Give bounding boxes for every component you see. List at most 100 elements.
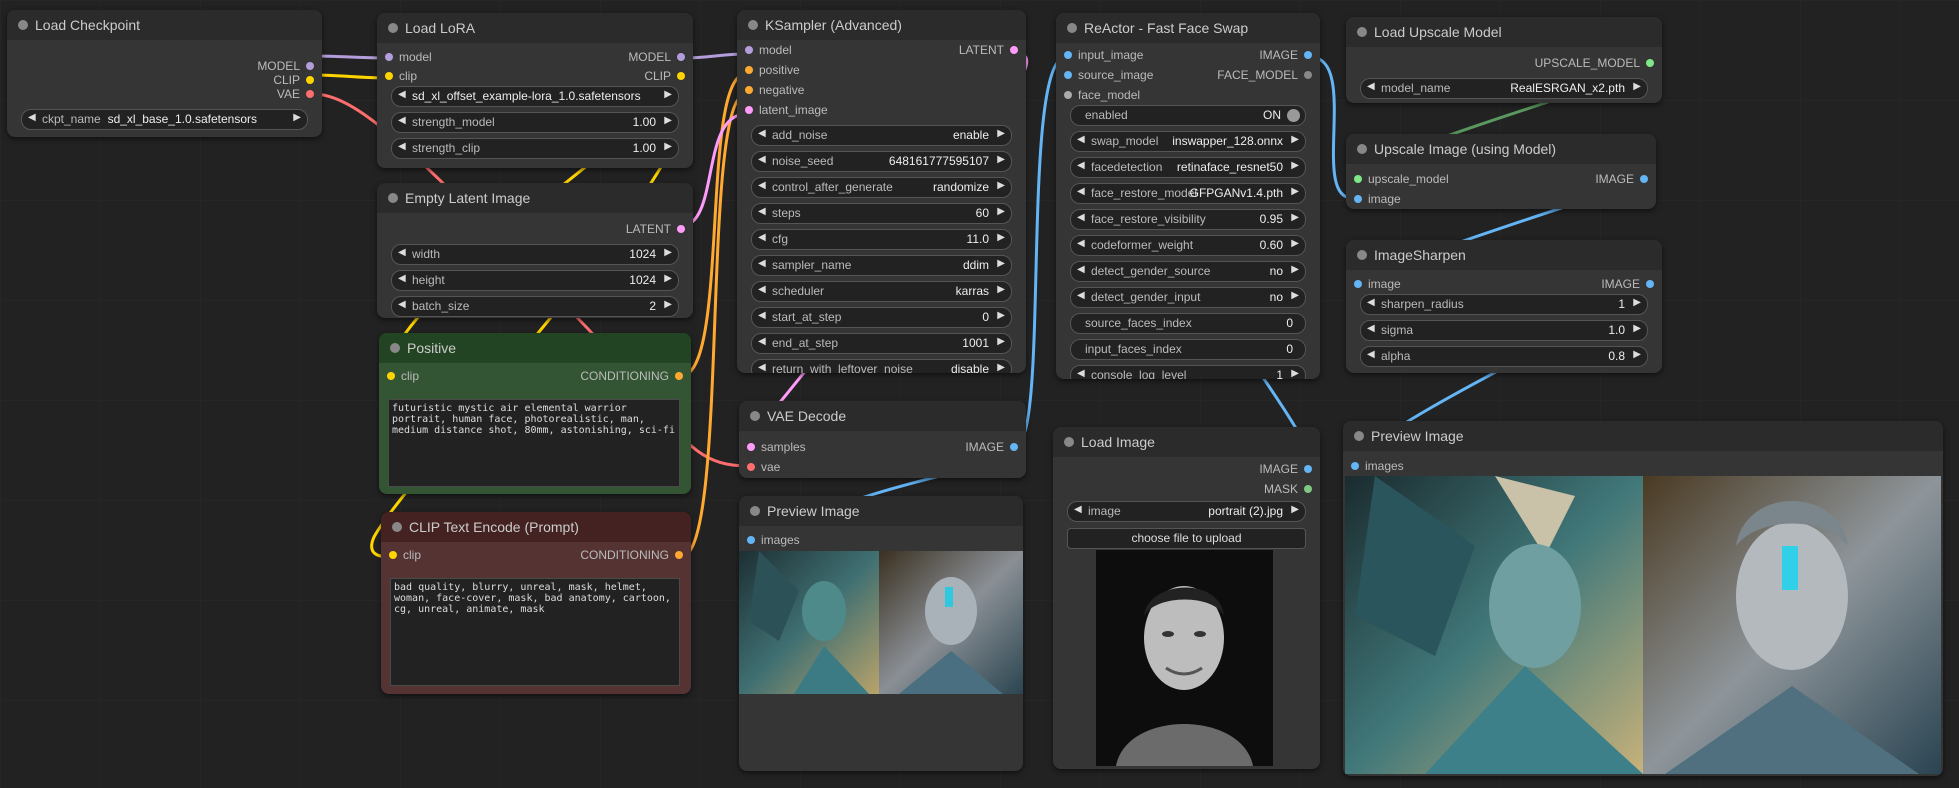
alpha-number[interactable]: ◀ alpha 0.8 ▶	[1360, 346, 1648, 367]
arrow-right-icon[interactable]: ▶	[1291, 368, 1299, 379]
arrow-right-icon[interactable]: ▶	[1291, 290, 1299, 301]
strength-model-number[interactable]: ◀ strength_model 1.00 ▶	[391, 112, 679, 133]
output-vae-slot[interactable]	[306, 90, 314, 98]
arrow-right-icon[interactable]: ▶	[997, 232, 1005, 243]
output-upscale-model-slot[interactable]	[1646, 59, 1654, 67]
input-vae-slot[interactable]	[747, 463, 755, 471]
image-combo[interactable]: ◀ image portrait (2).jpg ▶	[1067, 501, 1306, 522]
widget-end-at-step[interactable]: ◀ end_at_step 1001 ▶	[751, 333, 1012, 354]
input-clip-slot[interactable]	[387, 372, 395, 380]
arrow-left-icon[interactable]: ◀	[1077, 238, 1085, 249]
node-ksampler-advanced[interactable]: KSampler (Advanced) model LATENT positive…	[737, 10, 1026, 373]
input-clip-slot[interactable]	[389, 551, 397, 559]
widget-return-with-leftover-noise[interactable]: ◀ return_with_leftover_noise disable ▶	[751, 359, 1012, 373]
widget-detect-gender-input[interactable]: ◀ detect_gender_input no ▶	[1070, 287, 1306, 308]
model-name-combo[interactable]: ◀ model_name RealESRGAN_x2.pth ▶	[1360, 78, 1648, 99]
arrow-left-icon[interactable]: ◀	[1077, 264, 1085, 275]
arrow-right-icon[interactable]: ▶	[293, 112, 301, 123]
arrow-right-icon[interactable]: ▶	[1291, 504, 1299, 515]
widget-control-after-generate[interactable]: ◀ control_after_generate randomize ▶	[751, 177, 1012, 198]
widget-steps[interactable]: ◀ steps 60 ▶	[751, 203, 1012, 224]
output-image-slot[interactable]	[1646, 280, 1654, 288]
arrow-left-icon[interactable]: ◀	[758, 232, 766, 243]
lora-name-combo[interactable]: ◀ sd_xl_offset_example-lora_1.0.safetenso…	[391, 86, 679, 107]
input-negative-slot[interactable]	[745, 86, 753, 94]
input-images-slot[interactable]	[1351, 462, 1359, 470]
node-clip-text-encode[interactable]: CLIP Text Encode (Prompt) clip CONDITIONI…	[381, 512, 691, 694]
node-positive[interactable]: Positive clip CONDITIONING futuristic mys…	[379, 333, 691, 494]
arrow-left-icon[interactable]: ◀	[398, 141, 406, 152]
output-model-slot[interactable]	[677, 53, 685, 61]
arrow-right-icon[interactable]: ▶	[664, 115, 672, 126]
arrow-right-icon[interactable]: ▶	[997, 154, 1005, 165]
node-title[interactable]: Positive	[379, 333, 691, 363]
arrow-left-icon[interactable]: ◀	[1077, 290, 1085, 301]
node-title[interactable]: Empty Latent Image	[377, 183, 693, 213]
node-reactor-face-swap[interactable]: ReActor - Fast Face Swap input_image IMAG…	[1056, 13, 1320, 379]
node-title[interactable]: ImageSharpen	[1346, 240, 1662, 270]
arrow-right-icon[interactable]: ▶	[1633, 81, 1641, 92]
node-vae-decode[interactable]: VAE Decode samples IMAGE vae	[739, 401, 1026, 478]
arrow-left-icon[interactable]: ◀	[758, 154, 766, 165]
node-title[interactable]: VAE Decode	[739, 401, 1026, 431]
arrow-left-icon[interactable]: ◀	[758, 128, 766, 139]
widget-noise-seed[interactable]: ◀ noise_seed 648161777595107 ▶	[751, 151, 1012, 172]
arrow-left-icon[interactable]: ◀	[758, 180, 766, 191]
ckpt-name-combo[interactable]: ◀ ckpt_name sd_xl_base_1.0.safetensors ▶	[21, 109, 308, 130]
arrow-left-icon[interactable]: ◀	[758, 336, 766, 347]
arrow-left-icon[interactable]: ◀	[398, 273, 406, 284]
output-model-slot[interactable]	[306, 62, 314, 70]
arrow-right-icon[interactable]: ▶	[664, 247, 672, 258]
arrow-right-icon[interactable]: ▶	[1633, 323, 1641, 334]
node-title[interactable]: ReActor - Fast Face Swap	[1056, 13, 1320, 43]
arrow-right-icon[interactable]: ▶	[997, 180, 1005, 191]
arrow-left-icon[interactable]: ◀	[1077, 368, 1085, 379]
widget-input-faces-index[interactable]: input_faces_index 0	[1070, 339, 1306, 360]
arrow-left-icon[interactable]: ◀	[398, 89, 406, 100]
arrow-left-icon[interactable]: ◀	[398, 299, 406, 310]
arrow-right-icon[interactable]: ▶	[1291, 186, 1299, 197]
arrow-left-icon[interactable]: ◀	[758, 310, 766, 321]
arrow-left-icon[interactable]: ◀	[1367, 323, 1375, 334]
output-image-slot[interactable]	[1010, 443, 1018, 451]
negative-prompt-textarea[interactable]: bad quality, blurry, unreal, mask, helme…	[390, 578, 680, 686]
width-number[interactable]: ◀ width 1024 ▶	[391, 244, 679, 265]
output-conditioning-slot[interactable]	[675, 372, 683, 380]
widget-facedetection[interactable]: ◀ facedetection retinaface_resnet50 ▶	[1070, 157, 1306, 178]
batch-size-number[interactable]: ◀ batch_size 2 ▶	[391, 296, 679, 317]
widget-sampler-name[interactable]: ◀ sampler_name ddim ▶	[751, 255, 1012, 276]
toggle-knob-icon[interactable]	[1287, 109, 1300, 122]
enabled-toggle[interactable]: enabled ON	[1070, 105, 1306, 126]
widget-face-restore-visibility[interactable]: ◀ face_restore_visibility 0.95 ▶	[1070, 209, 1306, 230]
node-title[interactable]: Load Image	[1053, 427, 1320, 457]
arrow-left-icon[interactable]: ◀	[1077, 134, 1085, 145]
node-load-lora[interactable]: Load LoRA model MODEL clip CLIP ◀ sd_xl_off…	[377, 13, 693, 168]
arrow-right-icon[interactable]: ▶	[664, 299, 672, 310]
node-load-checkpoint[interactable]: Load Checkpoint MODEL CLIP VAE ◀ ckpt_nam…	[7, 10, 322, 137]
arrow-left-icon[interactable]: ◀	[1077, 212, 1085, 223]
node-title[interactable]: KSampler (Advanced)	[737, 10, 1026, 40]
output-image-slot[interactable]	[1304, 465, 1312, 473]
input-image-slot[interactable]	[1354, 195, 1362, 203]
output-face-model-slot[interactable]	[1304, 71, 1312, 79]
arrow-left-icon[interactable]: ◀	[1077, 186, 1085, 197]
input-clip-slot[interactable]	[385, 72, 393, 80]
arrow-left-icon[interactable]: ◀	[1367, 349, 1375, 360]
arrow-right-icon[interactable]: ▶	[997, 284, 1005, 295]
input-image-slot[interactable]	[1354, 280, 1362, 288]
node-load-image[interactable]: Load Image IMAGE MASK ◀ image portrait (2)…	[1053, 427, 1320, 769]
input-upscale-model-slot[interactable]	[1354, 175, 1362, 183]
output-conditioning-slot[interactable]	[675, 551, 683, 559]
arrow-right-icon[interactable]: ▶	[1291, 264, 1299, 275]
arrow-right-icon[interactable]: ▶	[997, 310, 1005, 321]
arrow-right-icon[interactable]: ▶	[1633, 349, 1641, 360]
arrow-left-icon[interactable]: ◀	[758, 258, 766, 269]
arrow-right-icon[interactable]: ▶	[997, 336, 1005, 347]
arrow-left-icon[interactable]: ◀	[1367, 81, 1375, 92]
node-load-upscale-model[interactable]: Load Upscale Model UPSCALE_MODEL ◀ model_…	[1346, 17, 1662, 103]
positive-prompt-textarea[interactable]: futuristic mystic air elemental warrior …	[388, 399, 680, 487]
arrow-right-icon[interactable]: ▶	[997, 362, 1005, 373]
input-images-slot[interactable]	[747, 536, 755, 544]
node-title[interactable]: Upscale Image (using Model)	[1346, 134, 1656, 164]
widget-detect-gender-source[interactable]: ◀ detect_gender_source no ▶	[1070, 261, 1306, 282]
